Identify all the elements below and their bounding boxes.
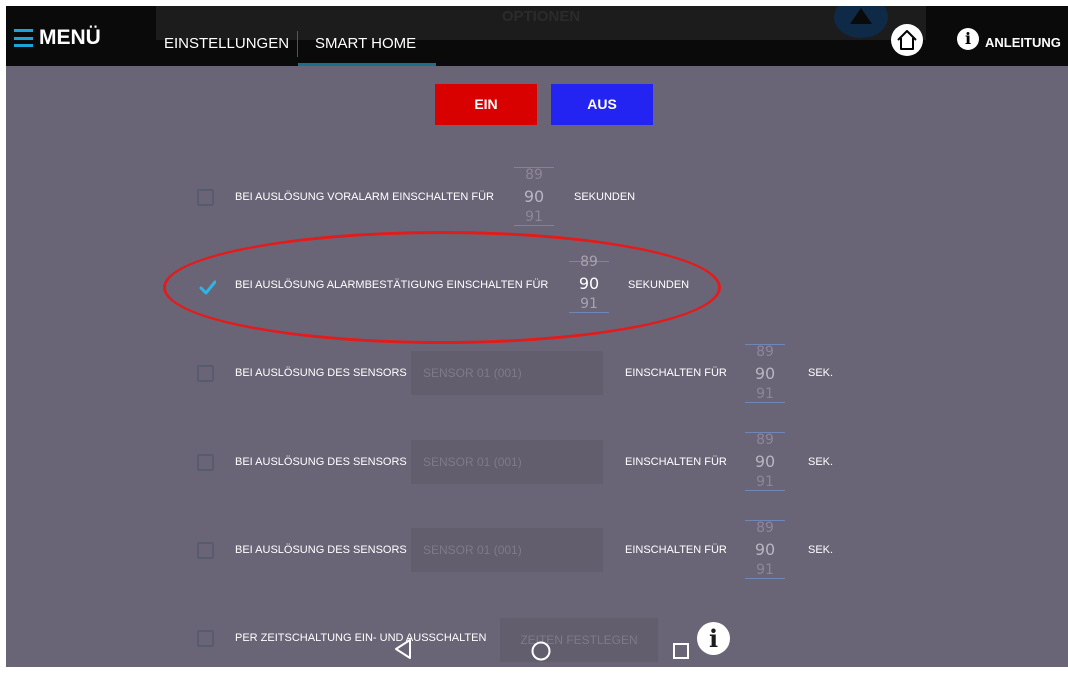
picker-current-value: 90 [754,540,776,559]
row-label-zeitschaltung: PER ZEITSCHALTUNG EIN- UND AUSSCHALTEN [235,632,487,644]
info-icon[interactable]: i [697,622,730,655]
home-circle-icon[interactable] [530,640,552,662]
top-bar: OPTIONEN MENÜ EINSTELLUNGEN SMART HOME i… [6,6,1068,66]
picker-next-value: 91 [756,562,774,578]
menu-button[interactable]: MENÜ [14,25,101,51]
tab-einstellungen[interactable]: EINSTELLUNGEN [164,35,289,52]
highlight-oval [163,231,721,344]
checkbox-voralarm[interactable] [197,189,214,206]
back-icon[interactable] [393,638,413,660]
sensor-select-2[interactable]: SENSOR 01 (001) [411,440,603,484]
seconds-picker-voralarm[interactable]: 89 90 91 [508,167,560,227]
info-icon[interactable]: i [957,28,979,50]
row-label-voralarm: BEI AUSLÖSUNG VORALARM EINSCHALTEN FÜR [235,191,494,203]
unit-label-sensor-2: SEK. [808,456,834,468]
picker-current-value: 90 [523,187,545,206]
row-label-sensor-3: BEI AUSLÖSUNG DES SENSORS [235,544,407,556]
active-tab-indicator [298,63,436,66]
unit-label-sensor-3: SEK. [808,544,834,556]
tab-smart-home[interactable]: SMART HOME [315,35,416,52]
ein-button[interactable]: EIN [435,84,537,125]
menu-label: MENÜ [39,26,101,49]
home-icon[interactable] [891,24,923,56]
sensor-select-3[interactable]: SENSOR 01 (001) [411,528,603,572]
switch-label-sensor-1: EINSCHALTEN FÜR [625,367,727,379]
anleitung-link[interactable]: ANLEITUNG [985,35,1061,50]
row-label-sensor-2: BEI AUSLÖSUNG DES SENSORS [235,456,407,468]
seconds-picker-sensor-2[interactable]: 89 90 91 [739,432,791,492]
hamburger-icon [14,29,33,47]
checkbox-sensor-2[interactable] [197,454,214,471]
picker-prev-value: 89 [525,167,543,183]
seconds-picker-sensor-1[interactable]: 89 90 91 [739,344,791,404]
picker-current-value: 90 [754,452,776,471]
picker-current-value: 90 [754,364,776,383]
switch-label-sensor-2: EINSCHALTEN FÜR [625,456,727,468]
zeiten-festlegen-button[interactable]: ZEITEN FESTLEGEN [500,618,658,662]
app-screen: OPTIONEN MENÜ EINSTELLUNGEN SMART HOME i… [6,6,1068,667]
unit-label-sensor-1: SEK. [808,367,834,379]
picker-next-value: 91 [756,386,774,402]
picker-prev-value: 89 [756,520,774,536]
sensor-select-1[interactable]: SENSOR 01 (001) [411,351,603,395]
checkbox-sensor-3[interactable] [197,542,214,559]
picker-next-value: 91 [525,209,543,225]
picker-next-value: 91 [756,474,774,490]
unit-label-voralarm: SEKUNDEN [574,191,636,203]
row-label-sensor-1: BEI AUSLÖSUNG DES SENSORS [235,367,407,379]
seconds-picker-sensor-3[interactable]: 89 90 91 [739,520,791,580]
aus-button[interactable]: AUS [551,84,653,125]
recents-icon[interactable] [672,642,690,660]
picker-prev-value: 89 [756,344,774,360]
tab-separator [297,31,298,57]
checkbox-sensor-1[interactable] [197,365,214,382]
picker-prev-value: 89 [756,432,774,448]
switch-label-sensor-3: EINSCHALTEN FÜR [625,544,727,556]
checkbox-zeitschaltung[interactable] [197,630,214,647]
